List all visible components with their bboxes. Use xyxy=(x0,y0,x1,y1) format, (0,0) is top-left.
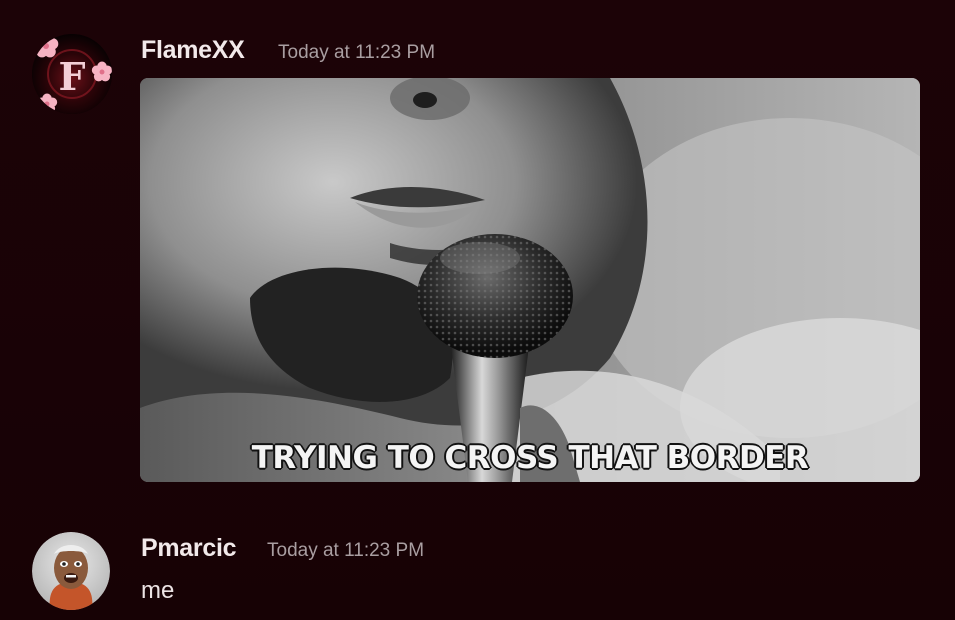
user-photo-avatar-icon xyxy=(32,532,110,610)
message-flamexx: F FlameXX Today at 11:23 PM TRYING TO CR… xyxy=(0,0,955,500)
gif-image xyxy=(140,78,920,482)
avatar[interactable] xyxy=(32,532,110,610)
timestamp[interactable]: Today at 11:23 PM xyxy=(278,42,435,64)
sakura-avatar-icon: F xyxy=(32,34,112,114)
avatar[interactable]: F xyxy=(32,34,112,114)
message-text: me xyxy=(141,577,175,604)
timestamp[interactable]: Today at 11:23 PM xyxy=(267,540,424,562)
svg-text:F: F xyxy=(59,54,86,99)
username[interactable]: FlameXX xyxy=(141,36,245,65)
gif-embed[interactable]: TRYING TO CROSS THAT BORDER xyxy=(140,78,920,482)
chat-message-list: F FlameXX Today at 11:23 PM TRYING TO CR… xyxy=(0,0,955,620)
message-pmarcic: Pmarcic Today at 11:23 PM me xyxy=(0,520,955,620)
username[interactable]: Pmarcic xyxy=(141,534,237,563)
gif-caption: TRYING TO CROSS THAT BORDER xyxy=(251,440,809,476)
